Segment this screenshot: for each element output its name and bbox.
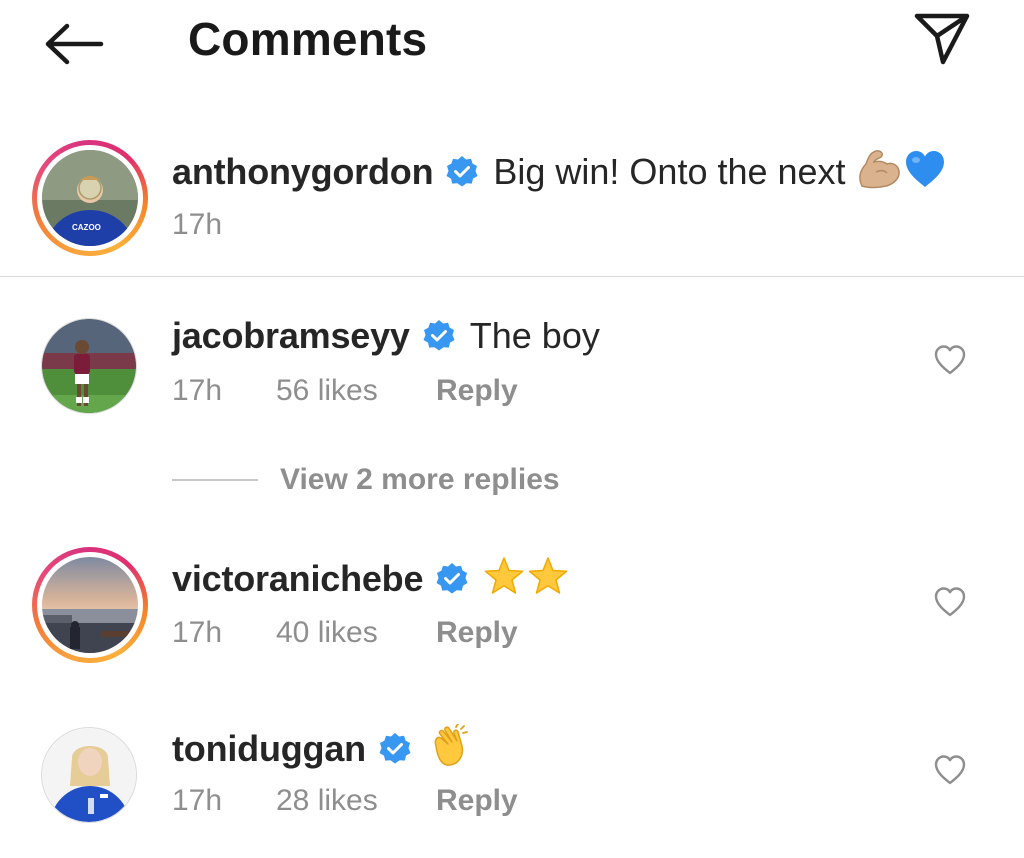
comment-username[interactable]: jacobramseyy xyxy=(172,315,410,357)
blue-heart-icon xyxy=(904,149,946,194)
avatar-image: CAZOO xyxy=(42,150,138,246)
reply-button[interactable]: Reply xyxy=(436,616,518,650)
verified-badge-icon xyxy=(435,562,469,596)
comment-likes[interactable]: 56 likes xyxy=(276,374,436,408)
avatar-image xyxy=(42,557,138,653)
comment-timestamp: 17h xyxy=(172,616,223,649)
star-icon xyxy=(483,556,525,601)
verified-badge-icon xyxy=(445,155,479,189)
avatar-anthonygordon[interactable]: CAZOO xyxy=(32,140,148,256)
top-bar: Comments xyxy=(0,0,1024,90)
arrow-left-icon xyxy=(45,23,104,65)
avatar-toniduggan[interactable] xyxy=(41,727,137,823)
comment-likes[interactable]: 40 likes xyxy=(276,616,436,650)
caption-timestamp: 17h xyxy=(172,208,223,241)
paper-plane-icon xyxy=(914,13,970,65)
avatar-victoranichebe[interactable] xyxy=(32,547,148,663)
avatar-jacobramseyy[interactable] xyxy=(41,318,137,414)
comment-meta: 17h 28 likes Reply xyxy=(172,784,518,818)
comment-line: toniduggan xyxy=(172,723,470,773)
heart-icon[interactable] xyxy=(933,585,967,619)
caption-line: anthonygordon Big win! Onto the next xyxy=(172,148,946,195)
avatar-image xyxy=(42,319,136,413)
clapping-hands-icon xyxy=(426,723,470,773)
comment-line: victoranichebe xyxy=(172,556,569,601)
share-button[interactable] xyxy=(906,8,978,68)
back-button[interactable] xyxy=(38,14,108,74)
avatar-image xyxy=(42,728,136,822)
caption-meta: 17h xyxy=(172,208,276,242)
divider xyxy=(0,276,1024,277)
caption-username[interactable]: anthonygordon xyxy=(172,151,434,193)
reply-button[interactable]: Reply xyxy=(436,784,518,818)
comment-meta: 17h 40 likes Reply xyxy=(172,616,518,650)
heart-icon[interactable] xyxy=(933,343,967,377)
comment-username[interactable]: toniduggan xyxy=(172,728,366,770)
comment-username[interactable]: victoranichebe xyxy=(172,558,423,600)
replies-divider-line xyxy=(172,479,258,481)
verified-badge-icon xyxy=(378,732,412,766)
caption-text: Big win! Onto the next xyxy=(493,150,846,192)
comment-likes[interactable]: 28 likes xyxy=(276,784,436,818)
comment-text: The boy xyxy=(469,315,600,356)
comment-timestamp: 17h xyxy=(172,374,223,407)
view-more-replies[interactable]: View 2 more replies xyxy=(172,463,560,497)
view-replies-label: View 2 more replies xyxy=(280,463,560,496)
reply-button[interactable]: Reply xyxy=(436,374,518,408)
star-icon xyxy=(527,556,569,601)
comment-line: jacobramseyy The boy xyxy=(172,315,600,357)
comment-meta: 17h 56 likes Reply xyxy=(172,374,518,408)
page-title: Comments xyxy=(188,13,428,65)
svg-text:CAZOO: CAZOO xyxy=(72,223,101,232)
verified-badge-icon xyxy=(422,319,456,353)
heart-icon[interactable] xyxy=(933,753,967,787)
flexed-biceps-icon xyxy=(856,148,902,195)
comment-timestamp: 17h xyxy=(172,784,223,817)
